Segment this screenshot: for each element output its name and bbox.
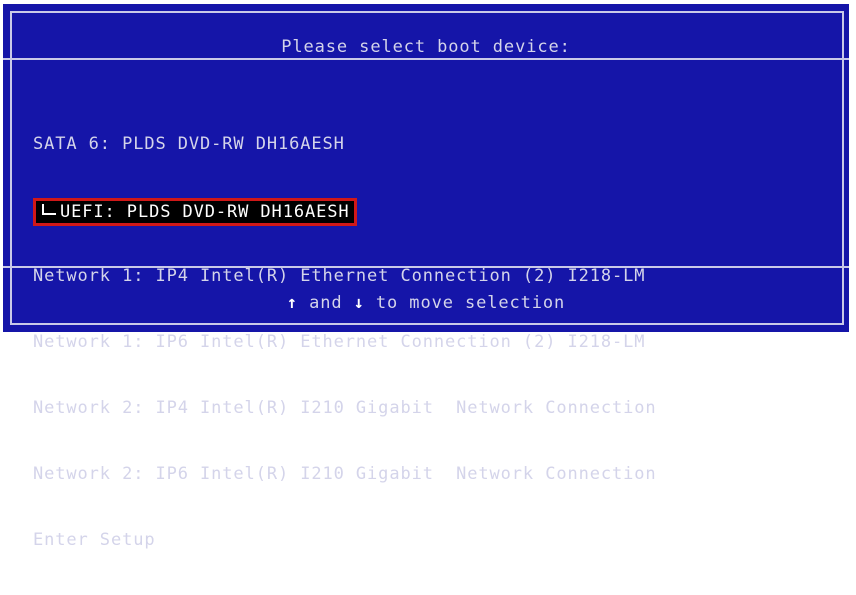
boot-device-label: Enter Setup bbox=[33, 530, 156, 550]
boot-device-label: Network 2: IP4 Intel(R) I210 Gigabit Net… bbox=[33, 398, 657, 418]
boot-device-item-sata-6[interactable]: SATA 6: PLDS DVD-RW DH16AESH bbox=[33, 133, 657, 155]
boot-device-label: UEFI: PLDS DVD-RW DH16AESH bbox=[60, 202, 350, 222]
boot-device-label: Network 2: IP6 Intel(R) I210 Gigabit Net… bbox=[33, 464, 657, 484]
hint-conjunction: and bbox=[297, 293, 354, 313]
boot-device-item-uefi-dvd[interactable]: UEFI: PLDS DVD-RW DH16AESH bbox=[33, 198, 657, 226]
selected-boot-device[interactable]: UEFI: PLDS DVD-RW DH16AESH bbox=[33, 198, 357, 226]
boot-device-item-network-2-ip4[interactable]: Network 2: IP4 Intel(R) I210 Gigabit Net… bbox=[33, 397, 657, 419]
boot-device-label: Network 1: IP6 Intel(R) Ethernet Connect… bbox=[33, 332, 646, 352]
boot-device-item-network-1-ip4[interactable]: Network 1: IP4 Intel(R) Ethernet Connect… bbox=[33, 265, 657, 287]
page-title: Please select boot device: bbox=[281, 37, 571, 57]
boot-device-label: Network 1: IP4 Intel(R) Ethernet Connect… bbox=[33, 266, 646, 286]
boot-device-item-enter-setup[interactable]: Enter Setup bbox=[33, 529, 657, 551]
boot-device-item-network-2-ip6[interactable]: Network 2: IP6 Intel(R) I210 Gigabit Net… bbox=[33, 463, 657, 485]
boot-menu-window: Please select boot device: SATA 6: PLDS … bbox=[3, 4, 849, 550]
header-divider bbox=[3, 58, 849, 60]
navigation-hint: ↑ and ↓ to move selection bbox=[3, 292, 849, 314]
down-arrow-icon: ↓ bbox=[353, 293, 365, 313]
tree-branch-icon bbox=[42, 204, 56, 215]
boot-device-item-network-1-ip6[interactable]: Network 1: IP6 Intel(R) Ethernet Connect… bbox=[33, 331, 657, 353]
boot-device-label: SATA 6: PLDS DVD-RW DH16AESH bbox=[33, 134, 345, 154]
hint-text: to move selection bbox=[364, 293, 566, 313]
up-arrow-icon: ↑ bbox=[286, 293, 298, 313]
boot-device-list: SATA 6: PLDS DVD-RW DH16AESH UEFI: PLDS … bbox=[33, 89, 657, 595]
